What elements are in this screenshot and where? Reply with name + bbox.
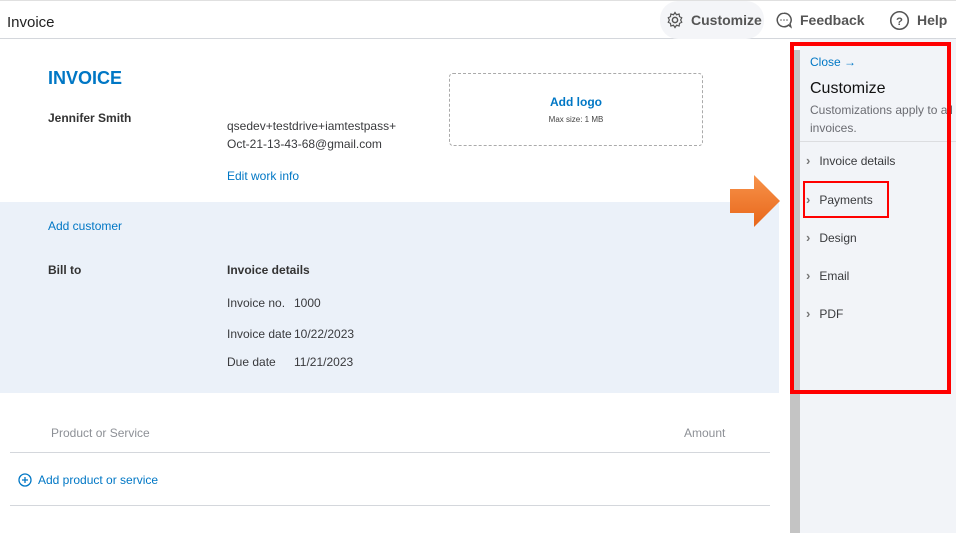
panel-highlight-box [790, 42, 951, 394]
add-logo-label: Add logo [550, 95, 602, 109]
add-logo-dropzone[interactable]: Add logo Max size: 1 MB [449, 73, 703, 146]
column-amount: Amount [684, 426, 726, 440]
customize-button[interactable]: Customize [660, 1, 764, 39]
company-name[interactable]: Jennifer Smith [48, 111, 131, 125]
chat-bubble-icon [776, 12, 792, 29]
add-customer-link[interactable]: Add customer [48, 219, 122, 233]
payments-highlight-box [803, 181, 889, 218]
invoice-no-label: Invoice no. [227, 296, 286, 310]
due-date-value[interactable]: 11/21/2023 [294, 355, 353, 369]
invoice-date-label: Invoice date [227, 327, 292, 341]
gear-icon [667, 11, 683, 29]
company-email-line2: Oct-21-13-43-68@gmail.com [227, 137, 382, 151]
customize-label: Customize [691, 12, 762, 28]
add-product-label: Add product or service [38, 473, 159, 487]
help-button[interactable]: ? Help [889, 1, 947, 39]
help-label: Help [917, 12, 948, 28]
invoice-heading: INVOICE [48, 68, 123, 88]
edit-work-info-link[interactable]: Edit work info [227, 169, 299, 183]
plus-circle-icon [18, 473, 32, 487]
column-product: Product or Service [51, 426, 150, 440]
feedback-button[interactable]: Feedback [775, 1, 865, 39]
feedback-label: Feedback [800, 12, 865, 28]
help-icon: ? [889, 10, 910, 30]
svg-text:?: ? [896, 15, 903, 27]
company-email-line1: qsedev+testdrive+iamtestpass+ [227, 119, 397, 133]
due-date-label: Due date [227, 355, 276, 369]
invoice-date-value[interactable]: 10/22/2023 [294, 327, 354, 341]
invoice-no-value[interactable]: 1000 [294, 296, 321, 310]
invoice-details-heading: Invoice details [227, 263, 310, 277]
table-divider [10, 452, 770, 453]
add-product-button[interactable]: Add product or service [18, 473, 158, 487]
page-title: Invoice [7, 14, 55, 31]
table-bottom-divider [10, 505, 770, 506]
logo-max-size: Max size: 1 MB [548, 115, 604, 124]
top-bar: Invoice Customize Feedback ? Help [0, 0, 956, 39]
bill-to-label: Bill to [48, 263, 82, 277]
orange-arrow-icon [730, 175, 780, 227]
